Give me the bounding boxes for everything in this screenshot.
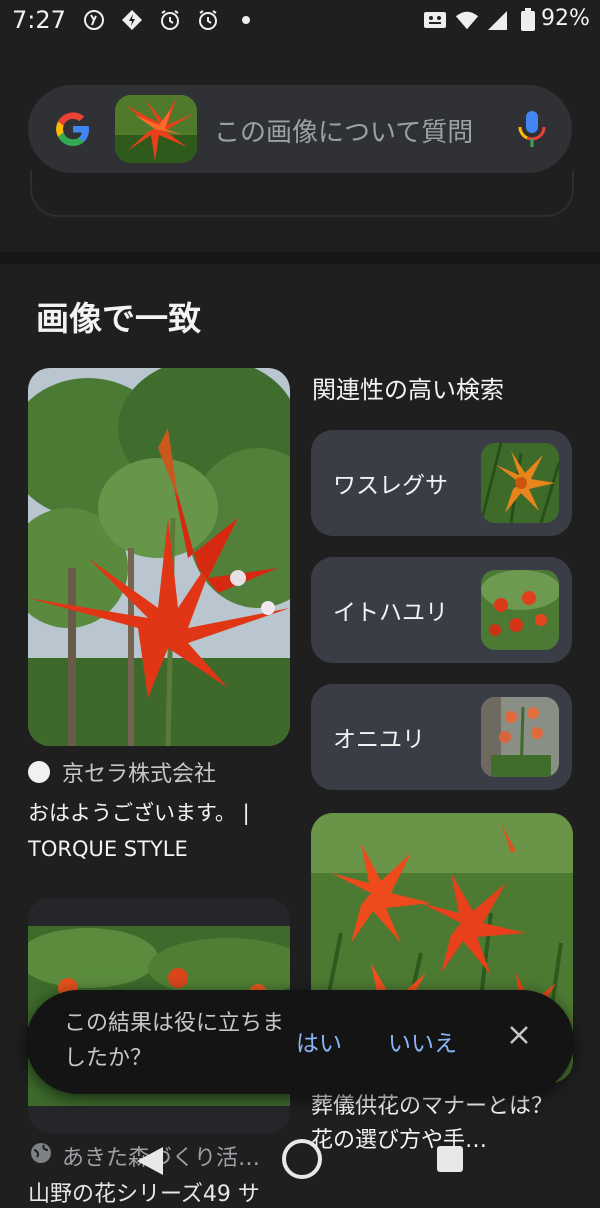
recent-apps-icon[interactable]: [437, 1146, 463, 1172]
results-sheet-edge: [30, 170, 574, 217]
chip-thumbnail: [481, 697, 559, 777]
home-icon[interactable]: [282, 1139, 322, 1179]
source-name: 京セラ株式会社: [62, 762, 217, 787]
feedback-prompt: この結果は役に立ちましたか？ はい いいえ: [26, 990, 574, 1094]
source-favicon-icon: [28, 761, 50, 783]
chip-label: オニユリ: [333, 727, 425, 753]
alarm-icon: [158, 8, 182, 32]
feedback-yes-button[interactable]: はい: [296, 1024, 342, 1058]
related-chip-itohayuri[interactable]: イトハユリ: [311, 557, 572, 663]
wifi-icon: [455, 8, 479, 32]
battery-icon: [516, 8, 540, 32]
chip-label: イトハユリ: [333, 600, 448, 626]
signal-icon: [485, 8, 509, 32]
chip-thumbnail: [481, 443, 559, 523]
globe-icon: [30, 1142, 52, 1170]
feedback-no-button[interactable]: いいえ: [388, 1024, 457, 1058]
google-logo-icon[interactable]: [53, 109, 93, 149]
result-source-3[interactable]: あきた森づくり活…: [30, 1140, 300, 1172]
feedback-question: この結果は役に立ちましたか？: [64, 1011, 285, 1071]
related-searches-title: 関連性の高い検索: [312, 376, 504, 404]
result-source[interactable]: 京セラ株式会社: [28, 756, 290, 788]
alarm-icon-2: [196, 8, 220, 32]
microphone-icon[interactable]: [515, 109, 549, 149]
related-chip-oniyuri[interactable]: オニユリ: [311, 684, 572, 790]
result-image-lily[interactable]: [28, 368, 290, 746]
chip-label: ワスレグサ: [333, 473, 448, 499]
flash-icon: [120, 8, 144, 32]
search-input[interactable]: この画像について質問: [214, 112, 494, 149]
back-icon[interactable]: [135, 1145, 165, 1181]
result-title[interactable]: おはようございます。 | TORQUE STYLE: [28, 795, 293, 867]
profile-card-icon: [423, 8, 447, 32]
related-chip-wasuregusa[interactable]: ワスレグサ: [311, 430, 572, 536]
status-time: 7:27: [12, 6, 66, 34]
query-image-thumbnail[interactable]: [115, 95, 197, 163]
activity-icon: [82, 8, 106, 32]
section-divider: [0, 252, 600, 264]
status-bar: 7:27 92%: [0, 0, 600, 44]
close-icon[interactable]: [504, 1020, 534, 1050]
notification-dot-icon: [234, 8, 258, 32]
battery-percent: 92%: [541, 6, 590, 31]
search-bar[interactable]: この画像について質問: [28, 85, 572, 173]
chip-thumbnail: [481, 570, 559, 650]
section-title: 画像で一致: [36, 299, 201, 338]
